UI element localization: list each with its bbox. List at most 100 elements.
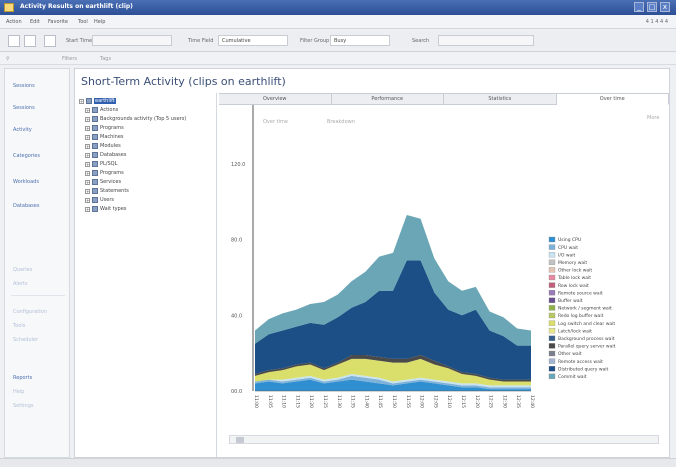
main-panel: Short-Term Activity (clips on earthlift)… (74, 68, 670, 458)
tree-item[interactable]: + Users (85, 196, 114, 204)
legend-swatch (548, 252, 556, 258)
folder-icon (86, 98, 92, 104)
folder-icon (92, 107, 98, 113)
tree-item[interactable]: + Programs (85, 124, 124, 132)
menu-status-text: 4 1 4 4 4 (645, 19, 668, 25)
nav-item-categories[interactable]: Categories (13, 153, 40, 159)
legend-swatch (548, 236, 556, 243)
tree-item[interactable]: + Databases (85, 151, 126, 159)
tree-item[interactable]: + Programs (85, 169, 124, 177)
legend-swatch (548, 244, 556, 250)
chart-area: Over time Breakdown More 00.0 40.0 80.0 120… (219, 105, 669, 457)
folder-icon (92, 125, 98, 131)
nav-item-alerts[interactable]: Alerts (13, 281, 28, 287)
tab-statistics[interactable]: Statistics (444, 93, 557, 105)
tree-item[interactable]: + Actions (85, 106, 118, 114)
back-icon[interactable] (8, 35, 20, 47)
folder-icon (92, 188, 98, 194)
chart-control-over-time[interactable]: Over time (263, 119, 288, 125)
tree-item[interactable]: + Wait types (85, 205, 126, 213)
expand-icon[interactable]: + (85, 188, 90, 194)
minimize-button[interactable]: _ (634, 2, 644, 12)
folder-icon (92, 143, 98, 149)
scrollbar-thumb[interactable] (236, 437, 244, 443)
nav-item-queries[interactable]: Queries (13, 267, 32, 273)
legend-label: Using CPU (558, 237, 581, 243)
legend-label: Row lock wait (558, 283, 589, 289)
legend-swatch (548, 290, 556, 296)
tree-item[interactable]: + Machines (85, 133, 124, 141)
legend-label: I/O wait (558, 252, 576, 258)
legend-label: Parallel query server wait (558, 344, 616, 350)
search-input[interactable] (438, 35, 534, 46)
legend-label: Latch/lock wait (558, 328, 592, 334)
legend-label: Other lock wait (558, 268, 592, 274)
expand-icon[interactable]: + (85, 143, 90, 149)
nav-item-configuration[interactable]: Configuration (13, 309, 47, 315)
horizontal-scrollbar[interactable] (229, 435, 659, 444)
nav-item-help[interactable]: Help (13, 389, 24, 395)
expand-icon[interactable]: + (85, 134, 90, 140)
expand-icon[interactable]: + (85, 206, 90, 212)
x-tick-label: 12:05 (432, 395, 438, 408)
folder-icon (92, 170, 98, 176)
nav-item-sessions[interactable]: Sessions (13, 83, 35, 89)
expand-icon[interactable]: + (85, 125, 90, 131)
filters-link[interactable]: Filters (62, 56, 77, 62)
stacked-area-chart: Over time Breakdown More 00.0 40.0 80.0 120… (231, 105, 659, 408)
nav-item-databases[interactable]: Databases (13, 203, 39, 209)
nav-item-sessions-2[interactable]: Sessions (13, 105, 35, 111)
expand-icon[interactable]: + (85, 107, 90, 113)
expand-icon[interactable]: + (85, 179, 90, 185)
legend-label: CPU wait (558, 245, 578, 251)
tree-item[interactable]: + Backgrounds activity (Top 5 users) (85, 115, 186, 123)
tab-over-time[interactable]: Over time (556, 93, 669, 105)
legend-label: Remote source wait (558, 290, 603, 296)
maximize-button[interactable]: □ (647, 2, 657, 12)
expand-icon[interactable]: + (85, 170, 90, 176)
menu-action[interactable]: Action (6, 19, 22, 25)
nav-item-settings[interactable]: Settings (13, 403, 34, 409)
expand-icon[interactable]: + (85, 197, 90, 203)
legend-swatch (548, 320, 556, 326)
filter-icon[interactable]: ⚲ (6, 56, 10, 62)
chart-control-more[interactable]: More (647, 115, 659, 121)
tree-item[interactable]: + PL/SQL (85, 160, 117, 168)
menu-edit[interactable]: Edit (30, 19, 40, 25)
start-time-select[interactable] (92, 35, 172, 46)
filter-group-select[interactable]: Busy (330, 35, 390, 46)
nav-item-reports[interactable]: Reports (13, 375, 32, 381)
chart-control-breakdown[interactable]: Breakdown (327, 119, 355, 125)
nav-item-tools[interactable]: Tools (13, 323, 25, 329)
folder-icon (92, 152, 98, 158)
legend-swatch (548, 259, 556, 265)
x-tick-label: 12:10 (446, 395, 452, 408)
expand-icon[interactable]: + (85, 152, 90, 158)
tree-item[interactable]: + Modules (85, 142, 121, 150)
nav-item-workloads[interactable]: Workloads (13, 179, 39, 185)
menu-tool[interactable]: Tool (78, 19, 88, 25)
toolbar: Start Time Time Field Cumulative Filter … (0, 30, 676, 52)
legend-swatch (548, 373, 556, 379)
expand-icon[interactable]: + (85, 116, 90, 122)
tab-performance[interactable]: Performance (331, 93, 444, 105)
tree-item[interactable]: + Statements (85, 187, 129, 195)
tags-link[interactable]: Tags (100, 56, 111, 62)
tree-item[interactable]: + Services (85, 178, 121, 186)
menu-favorite[interactable]: Favorite (48, 19, 68, 25)
x-tick-label: 12:40 (529, 395, 535, 408)
x-tick-label: 11:20 (308, 395, 314, 408)
expand-icon[interactable]: + (79, 98, 84, 104)
nav-item-scheduler[interactable]: Scheduler (13, 337, 38, 343)
tab-overview[interactable]: Overview (219, 93, 332, 105)
tree-item[interactable]: + earthlift (79, 97, 116, 105)
refresh-icon[interactable] (44, 35, 56, 47)
menu-help[interactable]: Help (94, 19, 105, 25)
expand-icon[interactable]: + (85, 161, 90, 167)
nav-item-activity[interactable]: Activity (13, 127, 32, 133)
close-button[interactable]: x (660, 2, 670, 12)
time-field-select[interactable]: Cumulative (218, 35, 288, 46)
x-tick-label: 11:15 (294, 395, 300, 408)
forward-icon[interactable] (24, 35, 36, 47)
legend-label: Log switch and clear wait (558, 321, 615, 327)
